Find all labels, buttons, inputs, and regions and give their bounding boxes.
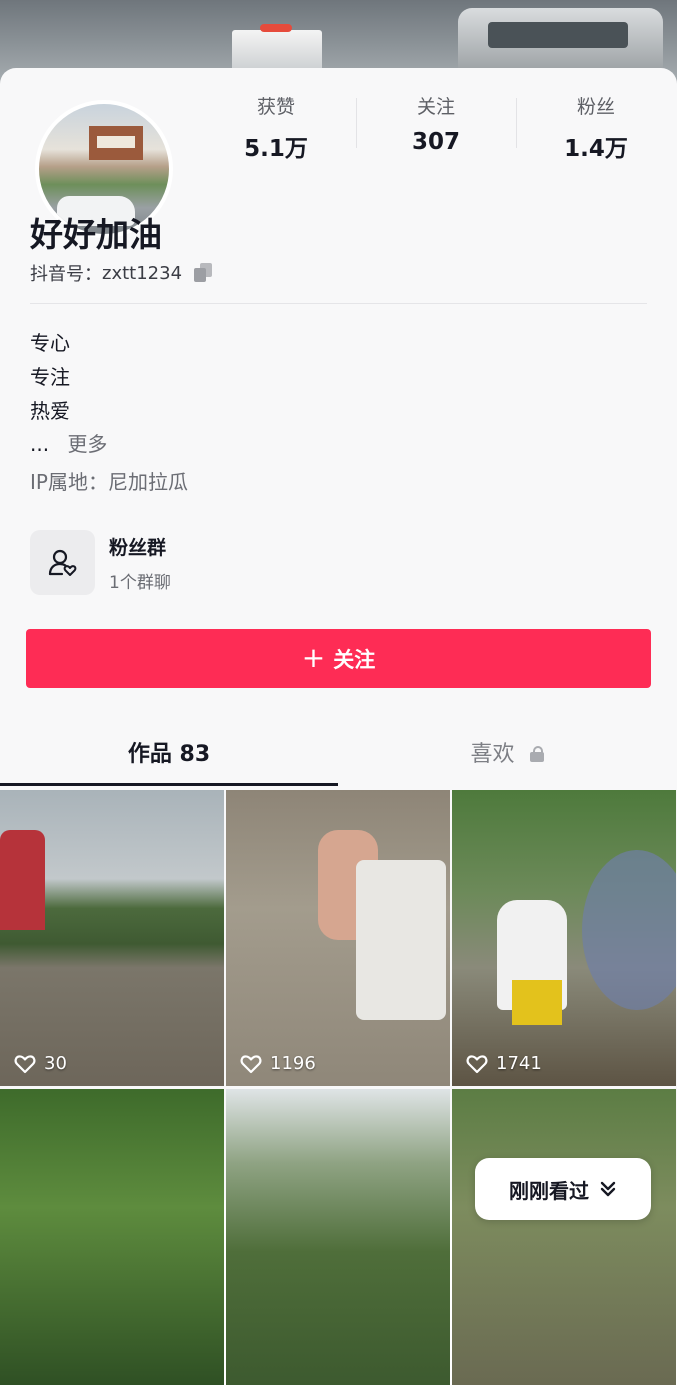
bio-more-row[interactable]: ... 更多 <box>30 428 107 457</box>
account-id-label: 抖音号： <box>30 264 102 285</box>
recently-viewed-button[interactable]: 刚刚看过 <box>475 1158 651 1220</box>
active-tab-indicator <box>0 783 338 786</box>
stat-value: 5.1万 <box>244 136 308 162</box>
video-thumbnail[interactable]: 1741 <box>452 790 676 1086</box>
copy-icon[interactable] <box>194 263 214 283</box>
fans-group-subtitle: 1个群聊 <box>109 572 171 593</box>
bio-ellipsis: ... <box>30 432 50 456</box>
fans-group-icon <box>30 530 95 595</box>
tab-likes[interactable]: 喜欢 <box>338 736 676 768</box>
video-like-count: 30 <box>44 1053 67 1074</box>
thumbnail-person <box>0 830 45 930</box>
follow-button[interactable]: + 关注 <box>26 629 651 688</box>
account-id-value: zxtt1234 <box>102 262 183 284</box>
video-like-count: 1741 <box>496 1053 542 1074</box>
heart-icon <box>466 1054 488 1073</box>
stat-following[interactable]: 关注 307 <box>356 92 516 155</box>
video-thumbnail[interactable]: 30 <box>0 790 224 1086</box>
bio-more-link[interactable]: 更多 <box>67 432 107 456</box>
stat-value: 1.4万 <box>564 136 628 162</box>
thumbnail-smoke <box>582 850 676 1010</box>
stat-label: 粉丝 <box>576 96 615 118</box>
stat-label: 关注 <box>416 96 455 118</box>
video-likes: 30 <box>14 1053 67 1074</box>
cover-boat-large <box>458 8 663 70</box>
bio-line: 热爱 <box>30 399 70 423</box>
heart-icon <box>240 1054 262 1073</box>
tab-likes-label: 喜欢 <box>470 742 515 767</box>
video-thumbnail[interactable]: 1196 <box>226 790 450 1086</box>
heart-icon <box>14 1054 36 1073</box>
tab-works-label: 作品 83 <box>127 742 211 767</box>
section-divider <box>30 303 647 304</box>
plus-icon: + <box>301 640 326 674</box>
bio-line: 专注 <box>30 365 70 389</box>
video-like-count: 1196 <box>270 1053 316 1074</box>
stat-label: 获赞 <box>256 96 295 118</box>
tab-works[interactable]: 作品 83 <box>0 736 338 768</box>
account-id-row: 抖音号： zxtt1234 <box>30 260 214 286</box>
stat-value: 307 <box>411 129 460 155</box>
thumbnail-chair <box>356 860 446 1020</box>
thumbnail-boots <box>512 980 562 1025</box>
video-likes: 1741 <box>466 1053 542 1074</box>
bio: 专心 专注 热爱 <box>30 326 70 428</box>
fans-group-title: 粉丝群 <box>109 536 167 559</box>
video-likes: 1196 <box>240 1053 316 1074</box>
fans-group-entry[interactable]: 粉丝群 1个群聊 <box>30 530 171 595</box>
stat-likes-received[interactable]: 获赞 5.1万 <box>196 92 356 163</box>
lock-icon <box>529 746 544 762</box>
bio-line: 专心 <box>30 331 70 355</box>
video-thumbnail[interactable] <box>0 1089 224 1385</box>
video-thumbnail[interactable] <box>226 1089 450 1385</box>
video-thumbnail[interactable] <box>452 1089 676 1385</box>
avatar-building <box>89 126 143 160</box>
cover-boat-small <box>232 24 322 68</box>
profile-name: 好好加油 <box>30 215 162 254</box>
follow-button-label: 关注 <box>333 647 376 672</box>
ip-location: IP属地：尼加拉瓜 <box>30 470 188 494</box>
content-tabs: 作品 83 喜欢 <box>0 718 677 788</box>
recently-viewed-label: 刚刚看过 <box>509 1178 589 1203</box>
stat-followers[interactable]: 粉丝 1.4万 <box>516 92 676 163</box>
double-chevron-down-icon <box>600 1181 616 1197</box>
